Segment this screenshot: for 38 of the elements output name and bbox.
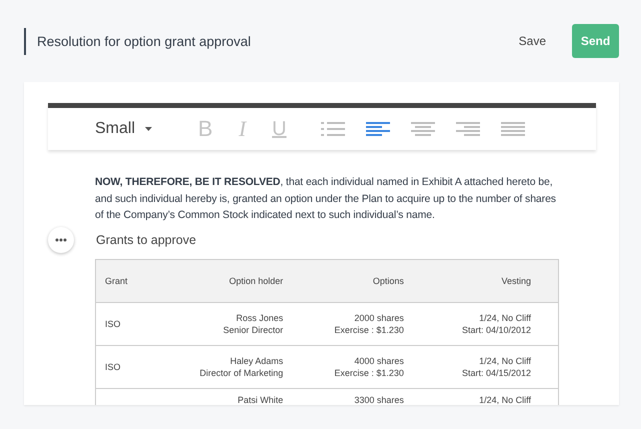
column-header: Options: [292, 259, 413, 302]
column-header: Grant: [96, 259, 152, 302]
italic-button[interactable]: I: [236, 116, 248, 142]
caret-icon: [145, 127, 152, 131]
table-cell-text: 1/24, No Cliff: [478, 312, 531, 324]
underline-button[interactable]: U: [270, 118, 288, 140]
table-cell-text: Ross Jones: [235, 312, 284, 324]
table-cell-text: Senior Director: [222, 324, 284, 336]
ellipsis-icon: [55, 238, 67, 242]
table-cell-text: ISO: [105, 318, 122, 330]
align-center-icon[interactable]: [410, 121, 435, 137]
resolution-paragraph: NOW, THEREFORE, BE IT RESOLVED, that each individual named in Exhibit A attached hereto be, and such individual hereby is, granted an option under the Plan to acquire up to the number of shares of the Company’s Common Stock indicated next to such individual’s name.: [95, 175, 557, 223]
table-cell-text: Start: 04/10/2012: [460, 324, 531, 336]
column-header: Vesting: [412, 259, 558, 302]
text-style-dropdown[interactable]: Small: [95, 120, 152, 138]
table-cell-text: Exercise : $1.230: [333, 324, 404, 336]
table-cell-text: Start: 04/15/2012: [460, 366, 531, 378]
send-button[interactable]: Send: [572, 24, 619, 58]
section-heading: Grants to approve: [96, 232, 196, 246]
table-cell-text: 1/24, No Cliff: [478, 354, 531, 366]
document-title: Resolution for option grant approval: [24, 28, 515, 54]
align-right-icon[interactable]: [456, 121, 480, 137]
bold-button[interactable]: B: [196, 116, 215, 142]
align-left-icon[interactable]: [366, 121, 390, 137]
bullet-list-icon[interactable]: [320, 121, 345, 137]
table-cell-text: 4000 shares: [353, 354, 404, 366]
table-cell-text: 3300 shares: [353, 394, 404, 405]
justify-icon[interactable]: [500, 121, 525, 137]
table-cell-text: Haley Adams: [229, 354, 284, 366]
table-cell-text: Patsi White: [236, 394, 284, 405]
table-cell-text: Director of Marketing: [198, 366, 284, 378]
table-cell-text: 1/24, No Cliff: [478, 394, 531, 405]
column-header: Option holder: [152, 259, 292, 302]
table-cell-text: ISO: [105, 360, 122, 372]
save-button[interactable]: Save: [514, 30, 550, 52]
table-cell-text: 2000 shares: [353, 312, 404, 324]
table-cell-text: Exercise : $1.230: [333, 366, 404, 378]
more-options-button[interactable]: [48, 226, 74, 252]
